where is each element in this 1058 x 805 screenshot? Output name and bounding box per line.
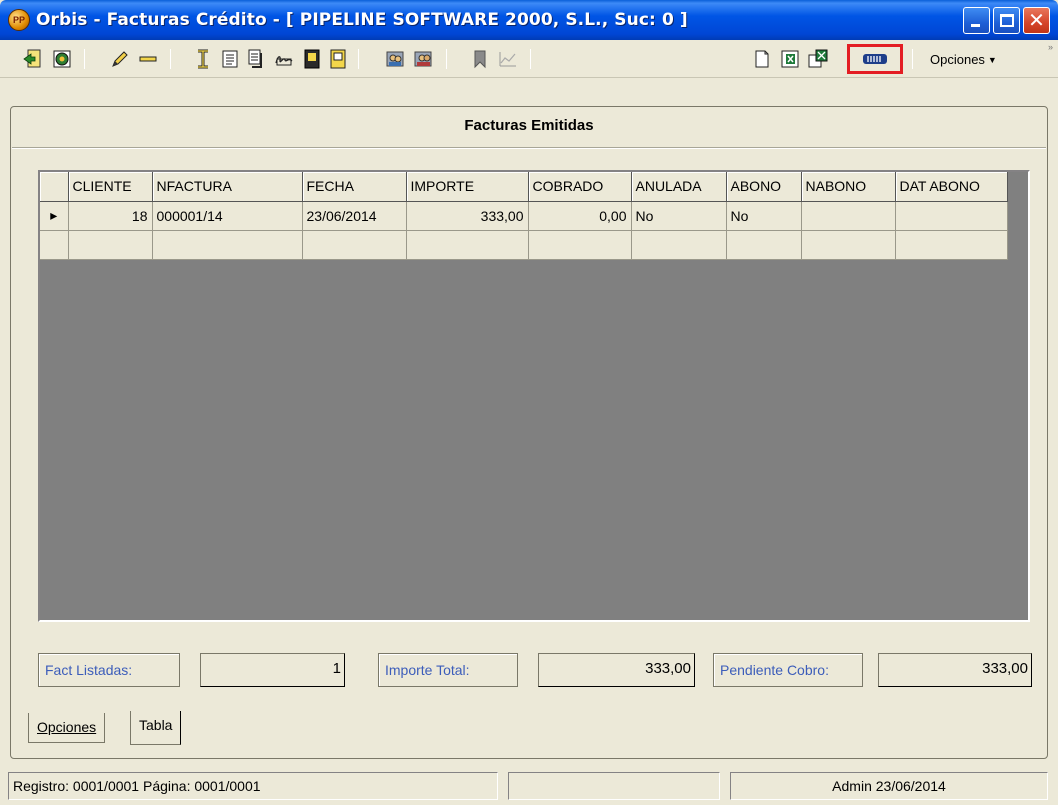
export-sheet-icon[interactable]: [808, 49, 828, 69]
current-row-indicator-icon: ▸: [40, 201, 69, 231]
app-logo-icon[interactable]: PP: [8, 9, 30, 31]
cell-fecha[interactable]: 23/06/2014: [302, 201, 407, 231]
table-row[interactable]: ▸ 18 000001/14 23/06/2014 333,00 0,00 No…: [40, 201, 1008, 231]
col-nabono-header[interactable]: NABONO: [801, 172, 896, 202]
tab-tabla-label: Tabla: [139, 717, 173, 733]
notebook-icon[interactable]: [328, 49, 348, 69]
cursor-icon[interactable]: [193, 49, 213, 69]
cell-nfactura[interactable]: 000001/14: [152, 201, 303, 231]
row-indicator-header: [40, 172, 69, 202]
importe-total-label: Importe Total:: [378, 653, 518, 687]
copy-documents-icon[interactable]: [247, 49, 267, 69]
tab-opciones-label: Opciones: [37, 719, 97, 735]
opciones-menu-button[interactable]: Opciones ▼: [930, 52, 997, 67]
chart-icon[interactable]: [498, 49, 518, 69]
exit-icon[interactable]: [22, 49, 42, 69]
new-document-icon[interactable]: [752, 49, 772, 69]
col-fecha-header[interactable]: FECHA: [302, 172, 407, 202]
panel-title: Facturas Emitidas: [464, 117, 594, 134]
col-abono-header[interactable]: ABONO: [726, 172, 802, 202]
minimize-button[interactable]: [963, 7, 990, 34]
close-button[interactable]: ✕: [1023, 7, 1050, 34]
table-header-row: CLIENTE NFACTURA FECHA IMPORTE COBRADO A…: [40, 172, 1008, 202]
status-user-date: Admin 23/06/2014: [730, 772, 1048, 800]
pendiente-cobro-label: Pendiente Cobro:: [713, 653, 863, 687]
col-anulada-header[interactable]: ANULADA: [631, 172, 727, 202]
invoice-table: CLIENTE NFACTURA FECHA IMPORTE COBRADO A…: [40, 172, 1008, 260]
tab-opciones[interactable]: Opciones: [28, 713, 106, 743]
status-middle: [508, 772, 720, 800]
bookmark-icon[interactable]: [470, 49, 490, 69]
cell-anulada[interactable]: No: [631, 201, 727, 231]
cell-databono[interactable]: [895, 201, 1008, 231]
users-icon[interactable]: [386, 49, 406, 69]
cell-abono[interactable]: No: [726, 201, 802, 231]
toolbar: Opciones ▼ »: [0, 40, 1058, 78]
pendiente-cobro-value: 333,00: [878, 653, 1032, 687]
cell-nabono[interactable]: [801, 201, 896, 231]
tab-tabla[interactable]: Tabla: [130, 711, 182, 745]
fact-listadas-label: Fact Listadas:: [38, 653, 180, 687]
delete-dash-icon[interactable]: [138, 49, 158, 69]
refresh-icon[interactable]: [52, 49, 72, 69]
window-title: Orbis - Facturas Crédito - [ PIPELINE SO…: [36, 10, 688, 30]
col-nfactura-header[interactable]: NFACTURA: [152, 172, 303, 202]
invoice-grid[interactable]: CLIENTE NFACTURA FECHA IMPORTE COBRADO A…: [38, 170, 1030, 622]
importe-total-value: 333,00: [538, 653, 695, 687]
status-bar: Registro: 0001/0001 Página: 0001/0001 Ad…: [0, 767, 1058, 805]
dropdown-arrow-icon: ▼: [987, 54, 997, 65]
cell-cobrado[interactable]: 0,00: [528, 201, 632, 231]
book-icon[interactable]: [302, 49, 322, 69]
col-databono-header[interactable]: DAT ABONO: [895, 172, 1008, 202]
fact-listadas-value: 1: [200, 653, 345, 687]
highlight-box: [847, 44, 903, 74]
toolbar-overflow-icon[interactable]: »: [1048, 42, 1053, 52]
title-bar[interactable]: PP Orbis - Facturas Crédito - [ PIPELINE…: [0, 0, 1058, 40]
document-list-icon[interactable]: [220, 49, 240, 69]
edit-pencil-icon[interactable]: [110, 49, 130, 69]
cell-cliente[interactable]: 18: [68, 201, 153, 231]
col-cliente-header[interactable]: CLIENTE: [68, 172, 153, 202]
opciones-menu-label: Opciones: [930, 52, 985, 67]
signature-icon[interactable]: [274, 49, 294, 69]
col-cobrado-header[interactable]: COBRADO: [528, 172, 632, 202]
users-group-icon[interactable]: [414, 49, 434, 69]
cell-importe[interactable]: 333,00: [406, 201, 529, 231]
status-registro: Registro: 0001/0001 Página: 0001/0001: [8, 772, 498, 800]
export-excel-icon[interactable]: [780, 49, 800, 69]
table-row-empty[interactable]: [40, 230, 1008, 260]
col-importe-header[interactable]: IMPORTE: [406, 172, 529, 202]
maximize-button[interactable]: [993, 7, 1020, 34]
